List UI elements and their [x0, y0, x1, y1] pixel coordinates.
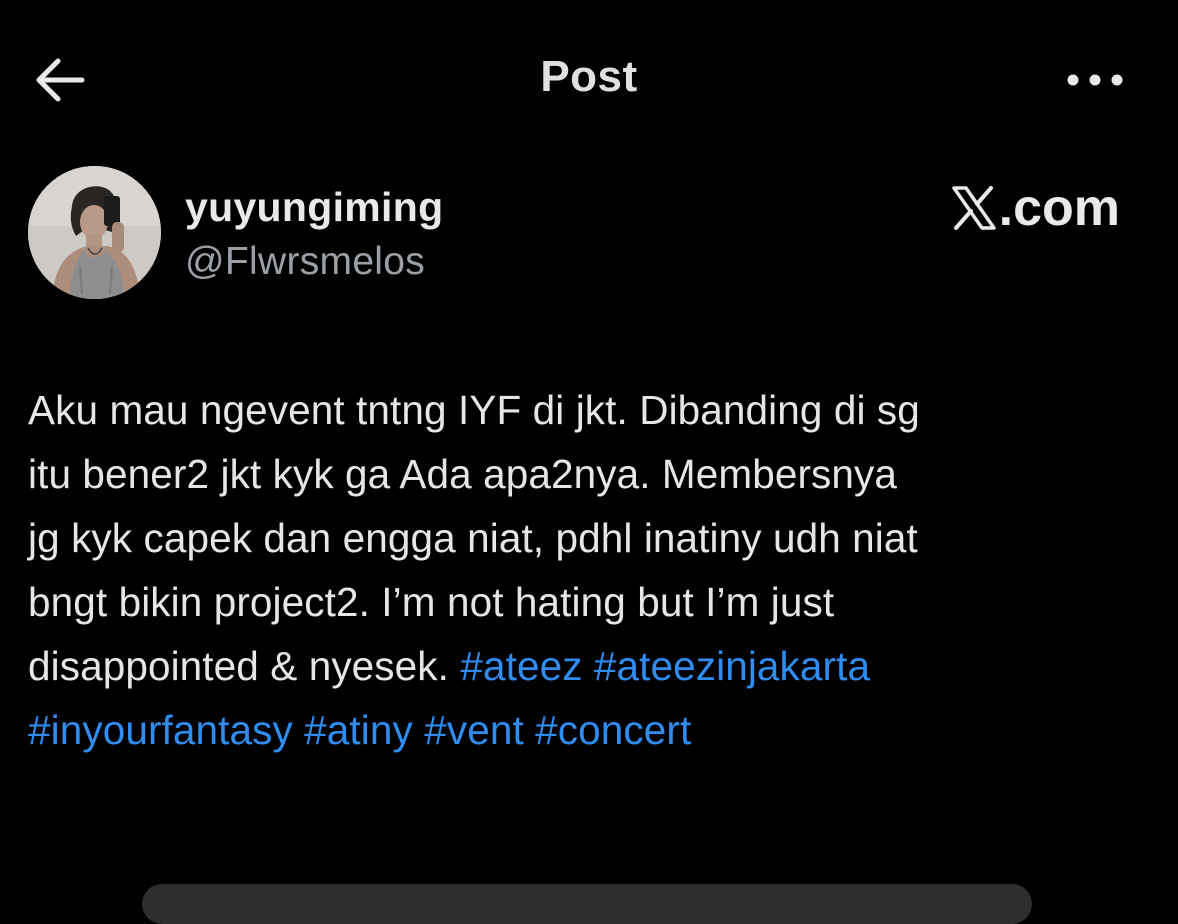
- hashtag-link[interactable]: #inyourfantasy: [28, 707, 293, 753]
- page-title: Post: [540, 52, 638, 101]
- source-watermark: .com: [951, 178, 1120, 238]
- source-domain-suffix: .com: [998, 179, 1120, 237]
- post-text: Aku mau ngevent tntng IYF di jkt. Diband…: [28, 378, 1158, 762]
- post-text-line: disappointed & nyesek.: [28, 643, 449, 689]
- hashtag-link[interactable]: #atiny: [304, 707, 413, 753]
- x-logo-icon: [951, 186, 996, 230]
- avatar-photo: [28, 166, 161, 299]
- post-author-header: yuyungiming @Flwrsmelos .com: [28, 166, 1148, 302]
- top-navigation-bar: Post: [0, 0, 1178, 160]
- avatar[interactable]: [28, 166, 161, 299]
- hashtag-link[interactable]: #vent: [424, 707, 524, 753]
- post-text-line: bngt bikin project2. I’m not hating but …: [28, 579, 835, 625]
- post-text-line: itu bener2 jkt kyk ga Ada apa2nya. Membe…: [28, 451, 898, 497]
- hashtag-link[interactable]: #ateez: [460, 643, 582, 689]
- more-horizontal-icon: [1067, 74, 1123, 86]
- media-preview-edge: [142, 884, 1032, 924]
- author-handle: @Flwrsmelos: [185, 240, 426, 283]
- author-display-name[interactable]: yuyungiming: [185, 184, 443, 231]
- more-options-button[interactable]: [1062, 60, 1128, 100]
- hashtag-link[interactable]: #concert: [535, 707, 691, 753]
- post-text-line: Aku mau ngevent tntng IYF di jkt. Diband…: [28, 387, 920, 433]
- hashtag-link[interactable]: #ateezinjakarta: [594, 643, 870, 689]
- post-text-line: jg kyk capek dan engga niat, pdhl inatin…: [28, 515, 918, 561]
